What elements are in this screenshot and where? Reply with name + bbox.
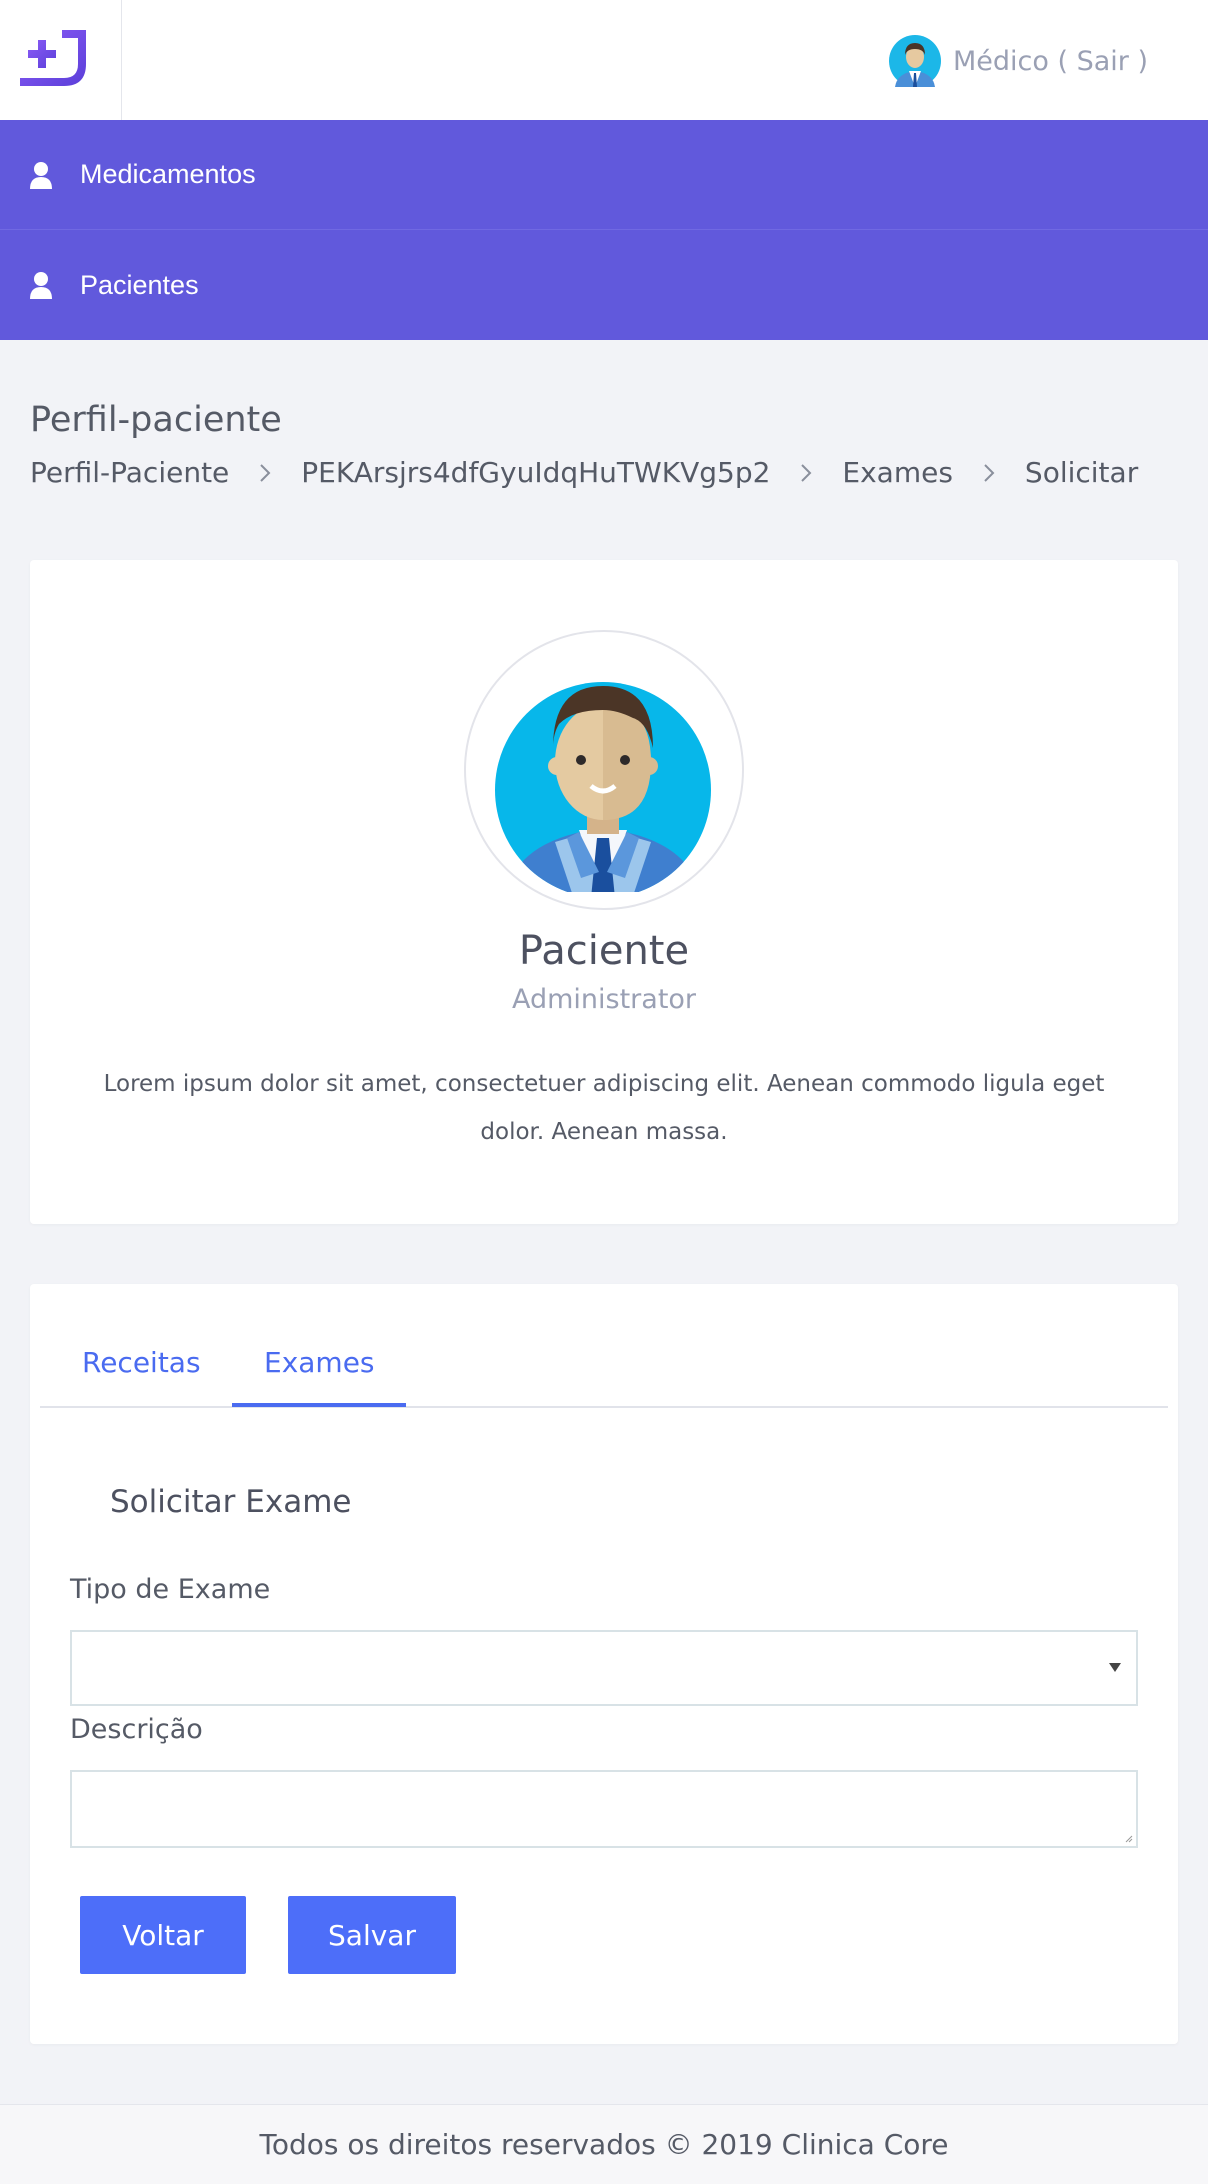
sidebar-nav: Medicamentos Pacientes <box>0 120 1208 340</box>
user-menu[interactable]: Médico ( Sair ) <box>888 33 1148 89</box>
form-title: Solicitar Exame <box>110 1484 352 1520</box>
sidebar-item-medicamentos[interactable]: Medicamentos <box>0 120 1208 230</box>
caret-down-icon <box>1109 1663 1121 1672</box>
profile-name: Paciente <box>518 928 690 974</box>
plus-j-logo-icon <box>20 30 86 86</box>
footer-text: Todos os direitos reservados © 2019 Clin… <box>259 2128 949 2161</box>
doctor-avatar-icon <box>888 35 941 87</box>
user-icon <box>30 161 52 189</box>
logo[interactable] <box>0 0 122 120</box>
page-title: Perfil-paciente <box>30 400 282 440</box>
chevron-right-icon <box>801 463 812 482</box>
sidebar-item-label: Pacientes <box>80 269 199 300</box>
tab-receitas[interactable]: Receitas <box>82 1346 201 1379</box>
patient-avatar-icon <box>495 682 711 892</box>
resize-grip-icon[interactable] <box>1125 1835 1133 1843</box>
description-label: Descrição <box>70 1714 203 1745</box>
exam-request-card: Receitas Exames Solicitar Exame Tipo de … <box>30 1284 1178 2044</box>
profile-card: Paciente Administrator Lorem ipsum dolor… <box>30 560 1178 1224</box>
top-bar: Médico ( Sair ) <box>0 0 1208 120</box>
active-tab-indicator <box>232 1403 406 1407</box>
profile-bio: Lorem ipsum dolor sit amet, consectetuer… <box>103 1071 1105 1145</box>
chevron-right-icon <box>260 463 271 482</box>
exam-type-label: Tipo de Exame <box>70 1574 271 1605</box>
tabs: Receitas Exames <box>40 1284 1168 1408</box>
breadcrumb-item[interactable]: PEKArsjrs4dfGyuIdqHuTWKVg5p2 <box>301 456 770 489</box>
exam-type-select[interactable] <box>70 1630 1138 1706</box>
user-icon <box>30 272 52 299</box>
chevron-right-icon <box>984 463 995 482</box>
user-logout-link[interactable]: Médico ( Sair ) <box>953 46 1148 77</box>
back-button[interactable]: Voltar <box>80 1896 246 1974</box>
tab-exames[interactable]: Exames <box>264 1346 375 1379</box>
breadcrumb-item[interactable]: Perfil-Paciente <box>30 456 229 489</box>
breadcrumb-item[interactable]: Exames <box>842 456 953 489</box>
avatar <box>464 630 744 910</box>
profile-role: Administrator <box>511 984 697 1015</box>
description-textarea[interactable] <box>70 1770 1138 1848</box>
breadcrumb-item-current: Solicitar <box>1024 456 1139 489</box>
sidebar-item-pacientes[interactable]: Pacientes <box>0 230 1208 340</box>
footer: Todos os direitos reservados © 2019 Clin… <box>0 2104 1208 2184</box>
save-button[interactable]: Salvar <box>288 1896 456 1974</box>
sidebar-item-label: Medicamentos <box>80 159 256 189</box>
breadcrumb: Perfil-Paciente PEKArsjrs4dfGyuIdqHuTWKV… <box>30 456 1138 489</box>
